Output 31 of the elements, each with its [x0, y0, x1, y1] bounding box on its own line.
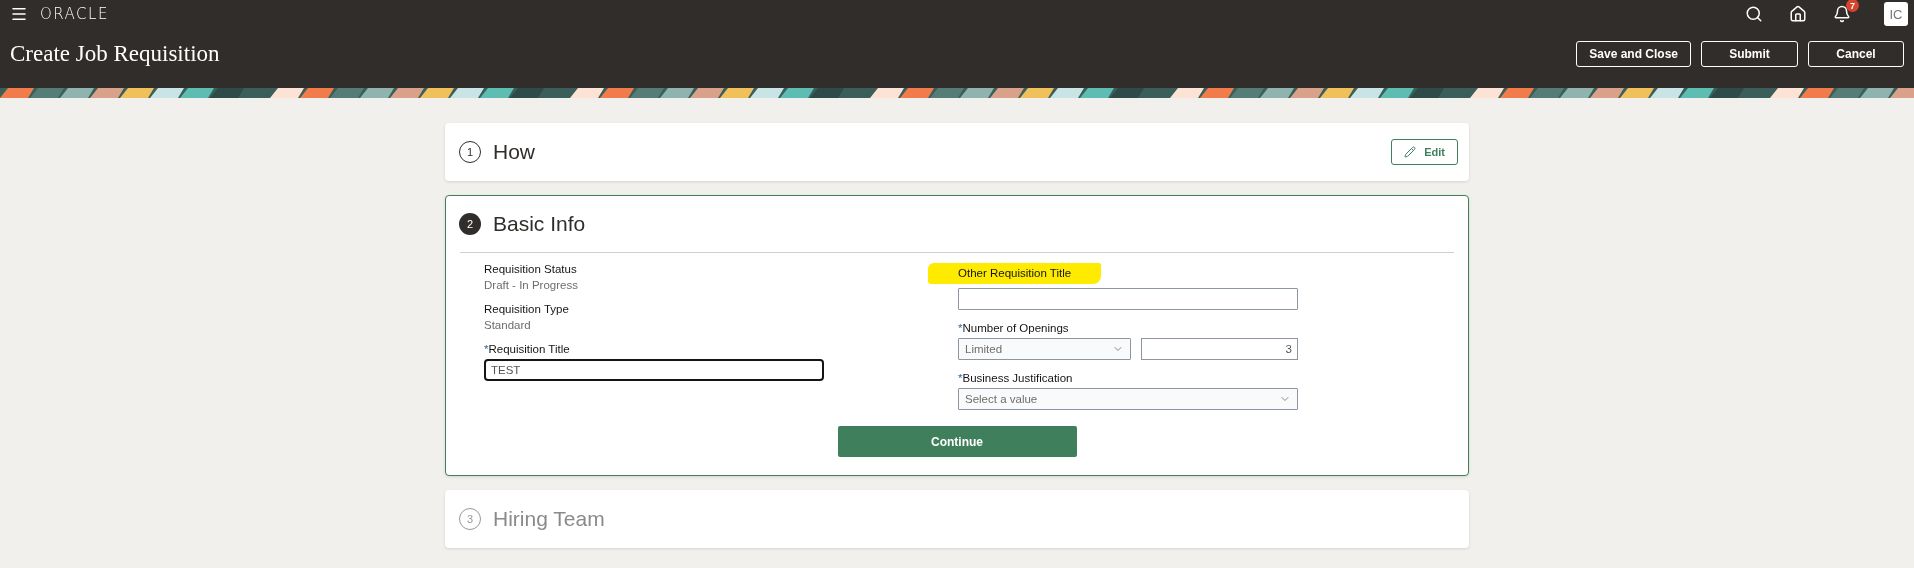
- notification-badge: 7: [1846, 0, 1859, 12]
- user-avatar[interactable]: IC: [1884, 2, 1908, 26]
- number-field[interactable]: 3: [1141, 338, 1298, 360]
- page-title: Create Job Requisition: [10, 41, 220, 67]
- step-title: Hiring Team: [493, 507, 605, 531]
- select-field[interactable]: Select a value: [958, 388, 1298, 410]
- cancel-button[interactable]: Cancel: [1808, 41, 1904, 67]
- menu-icon[interactable]: [10, 5, 28, 23]
- field-label: Requisition Type: [484, 303, 569, 315]
- logo[interactable]: ORACLE: [40, 5, 109, 23]
- field-label: Requisition Status: [484, 263, 577, 275]
- field-value: Standard: [484, 319, 532, 331]
- continue-button[interactable]: Continue: [837, 426, 1077, 457]
- step-number: 2: [459, 213, 481, 235]
- submit-button[interactable]: Submit: [1701, 41, 1798, 67]
- step-title: How: [493, 140, 535, 164]
- step-title: Basic Info: [493, 212, 586, 236]
- field-label: Other Requisition Title: [928, 263, 1102, 284]
- text-field[interactable]: TEST: [484, 359, 824, 381]
- text-field[interactable]: [958, 288, 1298, 310]
- field-value: Draft - In Progress: [484, 279, 579, 291]
- search-icon[interactable]: [1745, 5, 1763, 23]
- pencil-icon: [1404, 146, 1417, 158]
- field-label: *Number of Openings: [958, 322, 1069, 334]
- save-and-close-button[interactable]: Save and Close: [1576, 41, 1691, 67]
- field-label: *Requisition Title: [484, 343, 570, 355]
- field-label: *Business Justification: [958, 372, 1073, 384]
- bell-icon[interactable]: [1833, 5, 1851, 23]
- home-icon[interactable]: [1789, 5, 1807, 23]
- edit-button[interactable]: Edit: [1391, 139, 1458, 165]
- select-field[interactable]: Limited: [958, 338, 1131, 360]
